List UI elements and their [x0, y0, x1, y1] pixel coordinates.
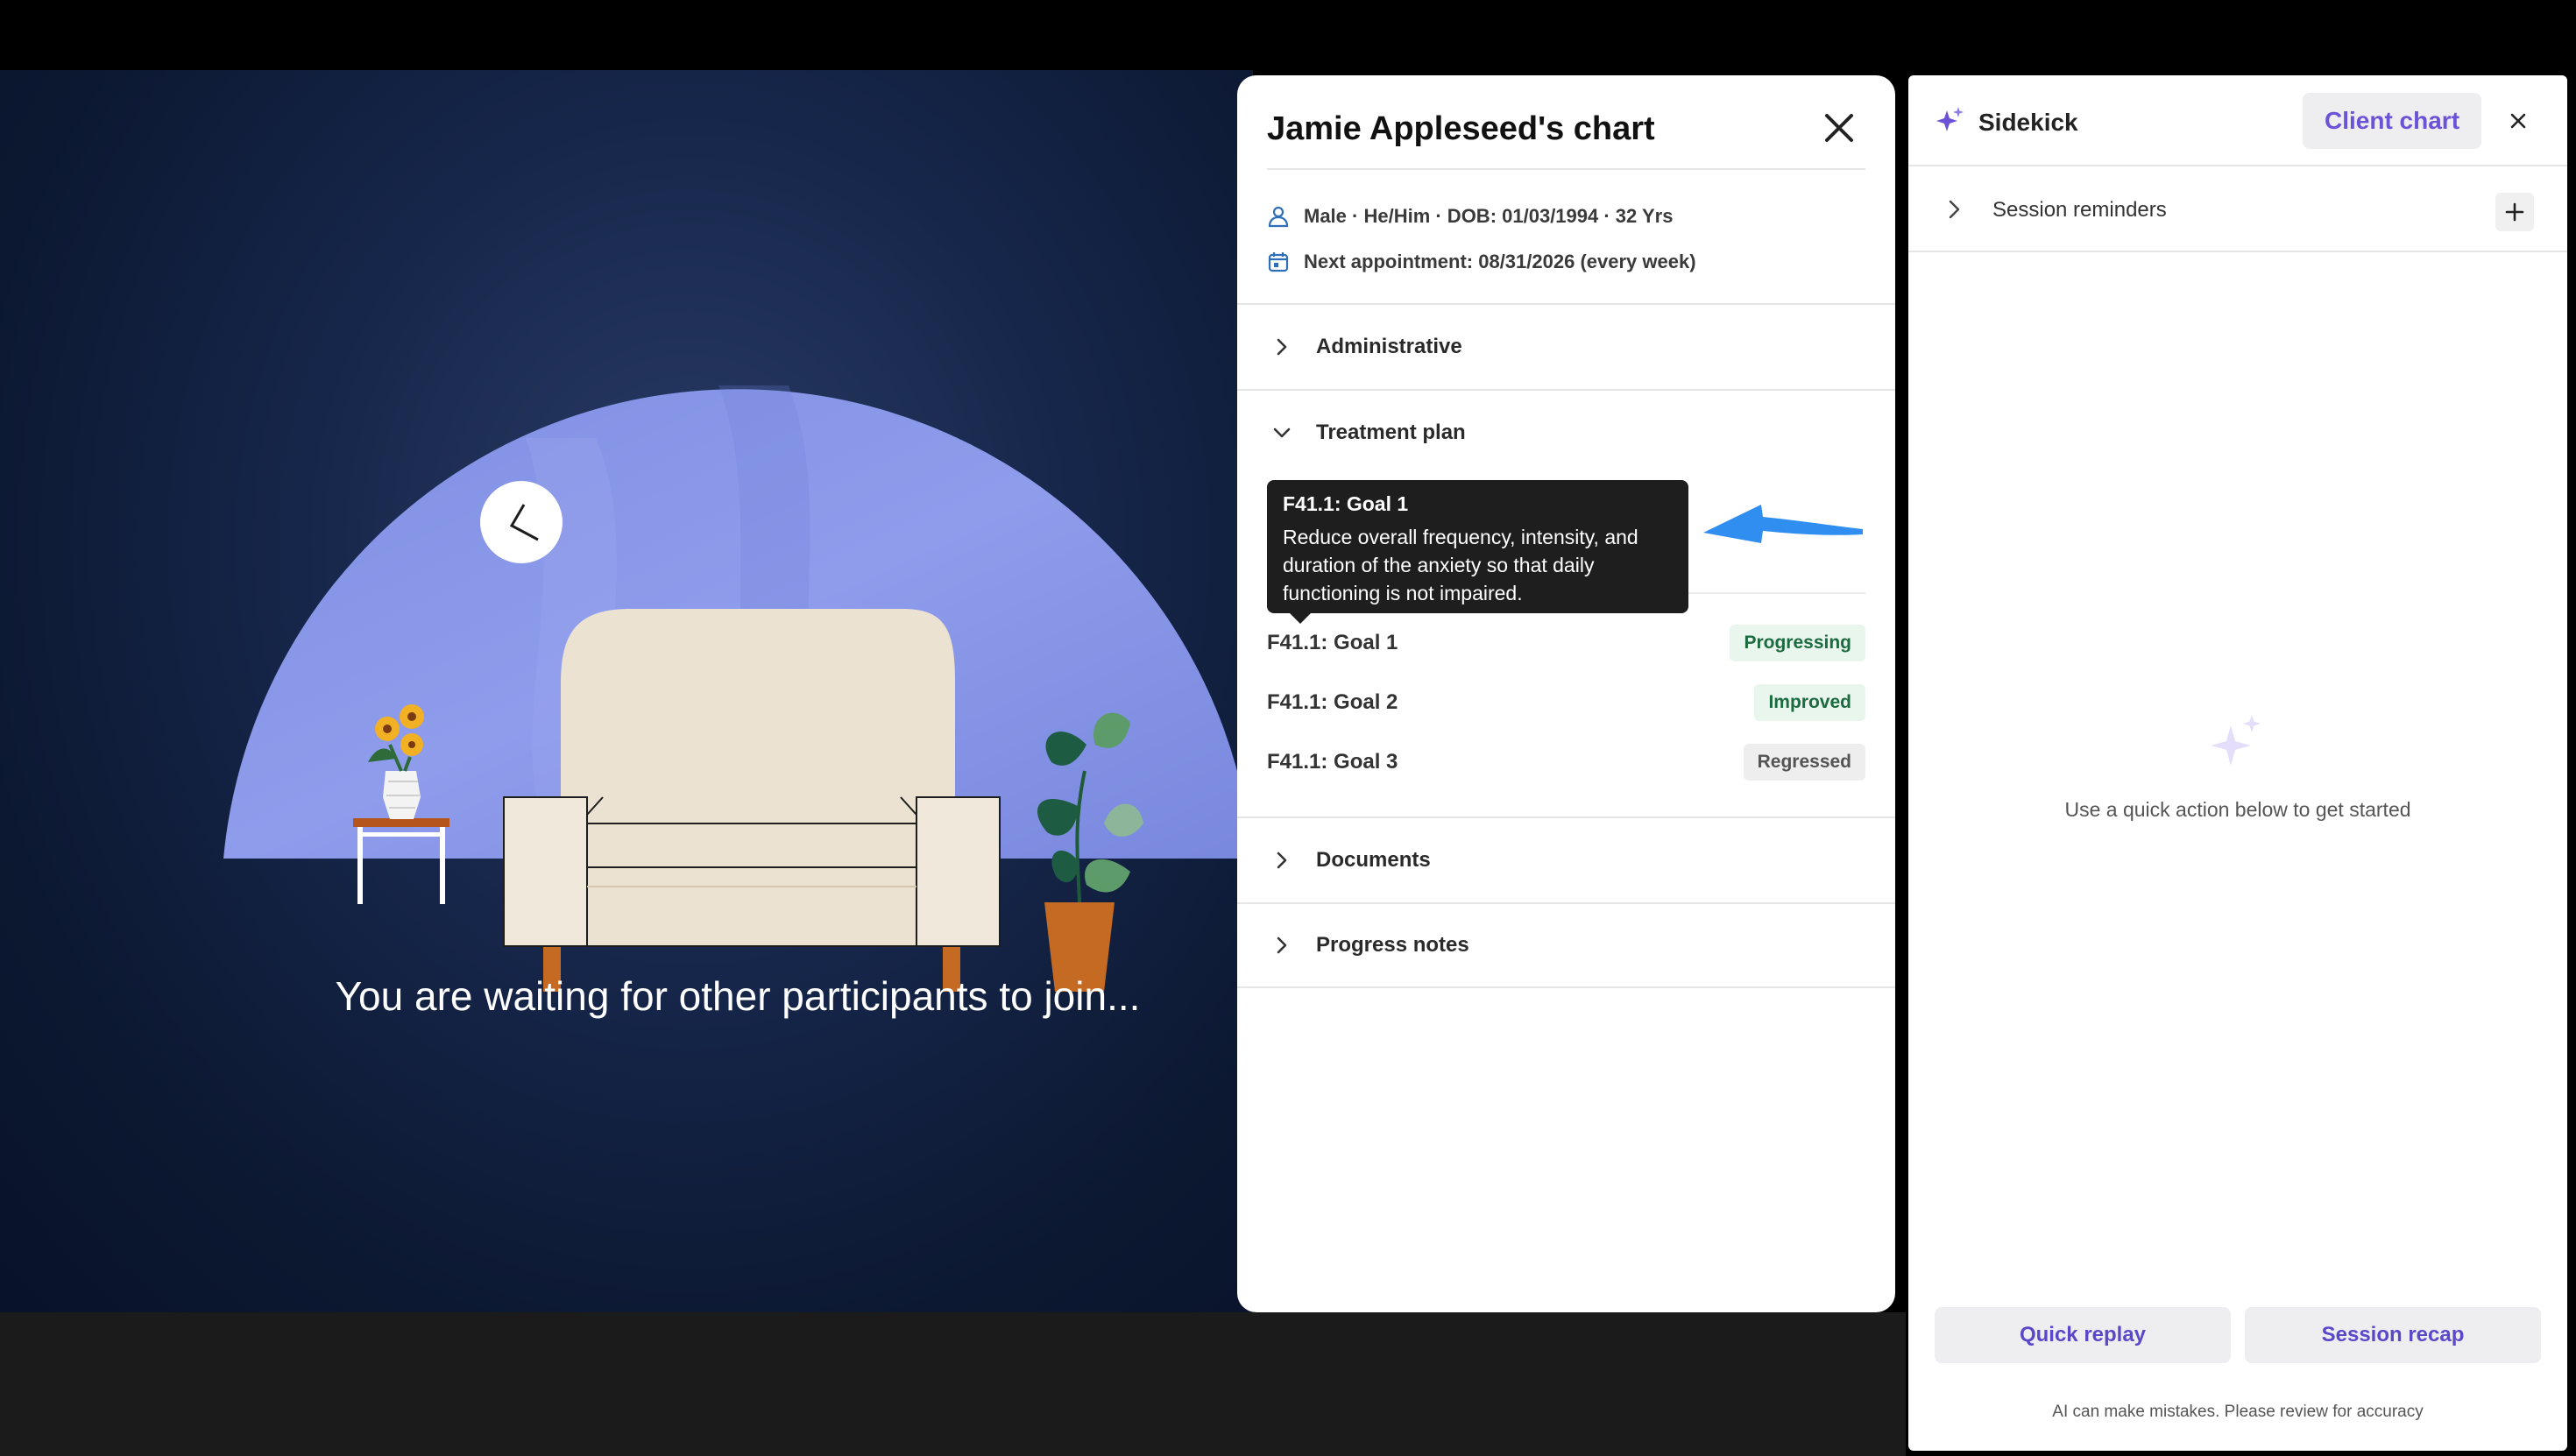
- session-recap-button[interactable]: Session recap: [2245, 1307, 2541, 1363]
- tooltip-title: F41.1: Goal 1: [1283, 492, 1409, 515]
- session-reminders-label: Session reminders: [1992, 198, 2167, 222]
- chart-title: Jamie Appleseed's chart: [1267, 110, 1655, 147]
- tooltip-body: Reduce overall frequency, intensity, and…: [1283, 526, 1638, 604]
- goal-row[interactable]: F41.1: Goal 2 Improved: [1267, 683, 1865, 722]
- sidekick-panel: Sidekick Client chart Session reminders …: [1908, 75, 2567, 1451]
- annotation-arrow-icon: [1703, 505, 1863, 543]
- next-appointment-row: Next appointment: 08/31/2026 (every week…: [1267, 251, 1696, 273]
- waiting-room-illustration: [223, 385, 1253, 992]
- waiting-message: You are waiting for other participants t…: [335, 973, 1141, 1019]
- status-badge: Progressing: [1730, 625, 1865, 661]
- section-label-progress-notes: Progress notes: [1316, 933, 1469, 957]
- goal-label: F41.1: Goal 1: [1267, 631, 1398, 654]
- section-treatment-plan[interactable]: Treatment plan: [1237, 389, 1895, 475]
- section-label-treatment-plan: Treatment plan: [1316, 421, 1466, 444]
- top-bar: [0, 0, 2576, 70]
- tooltip-arrow: [1290, 613, 1311, 624]
- empty-state-text: Use a quick action below to get started: [2064, 798, 2411, 821]
- chevron-right-icon: [1277, 338, 1287, 356]
- section-documents[interactable]: Documents: [1237, 816, 1895, 902]
- calendar-icon: [1268, 252, 1289, 272]
- section-progress-notes[interactable]: Progress notes: [1237, 902, 1895, 988]
- quick-actions: Quick replay Session recap: [1935, 1307, 2541, 1363]
- plus-icon: [2505, 202, 2524, 222]
- section-label-documents: Documents: [1316, 848, 1431, 872]
- person-icon: [1268, 206, 1289, 228]
- goal-label: F41.1: Goal 2: [1267, 690, 1398, 714]
- goal-label: F41.1: Goal 3: [1267, 750, 1398, 774]
- close-icon[interactable]: [2508, 110, 2529, 131]
- chart-header: Jamie Appleseed's chart: [1267, 110, 1865, 170]
- section-administrative[interactable]: Administrative: [1237, 303, 1895, 389]
- chevron-right-icon: [1277, 937, 1287, 954]
- client-chart-panel: Jamie Appleseed's chart Male · He/Him · …: [1237, 75, 1895, 1312]
- wall-clock-icon: [480, 481, 563, 563]
- ai-disclaimer: AI can make mistakes. Please review for …: [2052, 1403, 2424, 1421]
- meeting-control-bar: [0, 1312, 1906, 1456]
- chevron-right-icon: [1277, 852, 1287, 869]
- goal-row[interactable]: F41.1: Goal 1 Progressing: [1267, 624, 1865, 662]
- chevron-down-icon: [1273, 428, 1291, 438]
- status-badge: Regressed: [1743, 744, 1865, 781]
- session-reminders-row[interactable]: Session reminders: [1908, 166, 2567, 252]
- goal-tooltip: F41.1: Goal 1 Reduce overall frequency, …: [1267, 480, 1688, 624]
- section-label-administrative: Administrative: [1316, 335, 1462, 358]
- client-chart-button[interactable]: Client chart: [2303, 93, 2481, 149]
- sparkle-icon: [2211, 715, 2261, 766]
- quick-replay-button[interactable]: Quick replay: [1935, 1307, 2231, 1363]
- demographics-row: Male · He/Him · DOB: 01/03/1994 · 32 Yrs: [1267, 205, 1673, 228]
- waiting-room-video-area: You are waiting for other participants t…: [0, 70, 1253, 1312]
- next-appointment-text: Next appointment: 08/31/2026 (every week…: [1304, 251, 1696, 272]
- chevron-right-icon: [1949, 200, 1960, 219]
- sidekick-header: Sidekick Client chart: [1908, 75, 2567, 166]
- add-reminder-button[interactable]: [2495, 193, 2534, 231]
- sidekick-title: Sidekick: [1978, 109, 2078, 136]
- status-badge: Improved: [1754, 684, 1865, 721]
- close-icon[interactable]: [1822, 110, 1857, 145]
- goal-row[interactable]: F41.1: Goal 3 Regressed: [1267, 743, 1865, 781]
- demographics-text: Male · He/Him · DOB: 01/03/1994 · 32 Yrs: [1304, 205, 1674, 227]
- sparkle-icon: [1936, 107, 1964, 131]
